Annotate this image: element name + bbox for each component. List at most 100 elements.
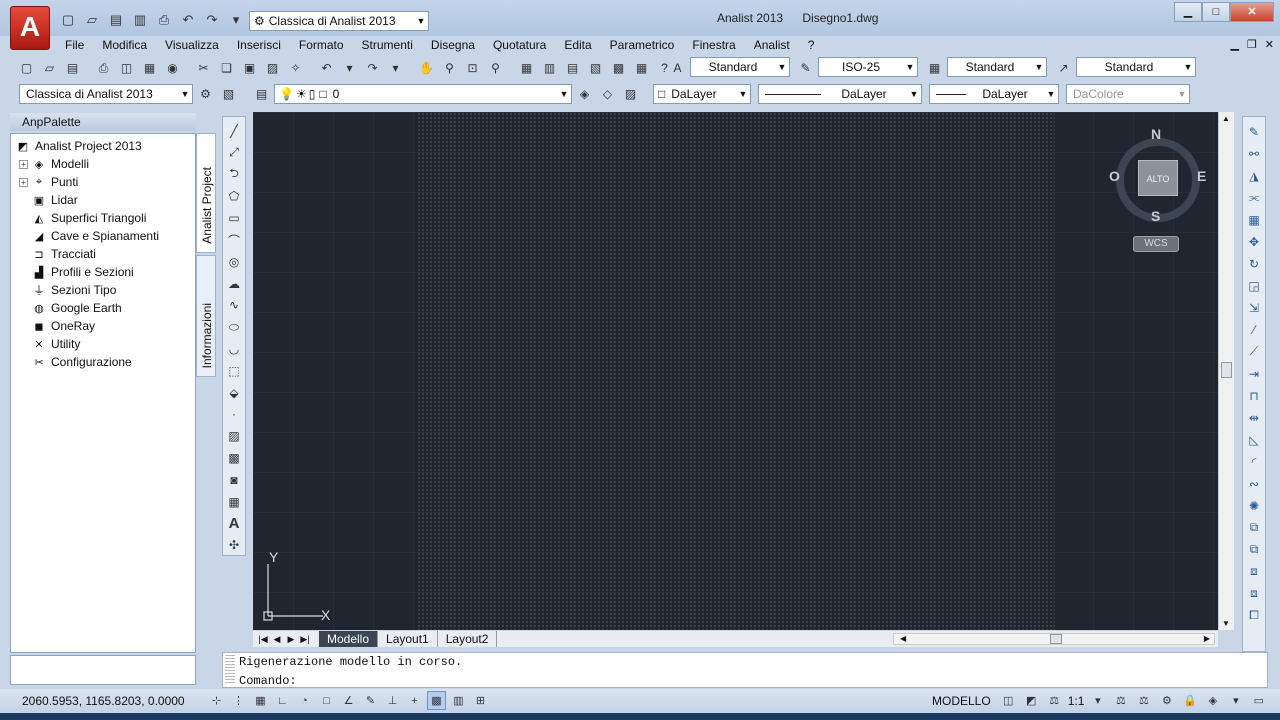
tree-item-configurazione[interactable]: ✂ Configurazione <box>19 353 131 371</box>
prev-tab-icon[interactable]: ◀ <box>271 634 283 645</box>
revision-cloud-icon[interactable]: ☁ <box>224 274 244 294</box>
new-file-icon[interactable]: ▢ <box>58 10 78 30</box>
doc-restore-icon[interactable]: ❐ <box>1247 38 1257 51</box>
redo-icon[interactable]: ↷ <box>362 58 383 79</box>
circle-icon[interactable]: ◎ <box>224 252 244 272</box>
tree-item-cave-e-spianamenti[interactable]: ◢ Cave e Spianamenti <box>19 227 159 245</box>
table-style-select[interactable]: Standard ▼ <box>947 57 1047 77</box>
rotate-icon[interactable]: ↻ <box>1244 253 1264 274</box>
first-tab-icon[interactable]: |◀ <box>257 634 269 645</box>
zoom-window-icon[interactable]: ⊡ <box>462 58 483 79</box>
scroll-right-icon[interactable]: ▶ <box>1204 634 1210 643</box>
lineweight-icon[interactable]: ▩ <box>427 691 446 710</box>
tab-layout2[interactable]: Layout2 <box>438 631 498 647</box>
tree-root[interactable]: ◩ Analist Project 2013 <box>15 137 142 155</box>
tree-item-utility[interactable]: ✕ Utility <box>19 335 80 353</box>
redo-icon[interactable]: ↷ <box>202 10 222 30</box>
dynamic-ucs-icon[interactable]: ⊥ <box>383 691 402 710</box>
chamfer-icon[interactable]: ◺ <box>1244 429 1264 450</box>
menu-help[interactable]: ? <box>799 38 824 52</box>
toolbar-lock-icon[interactable]: 🔒 <box>1180 691 1199 710</box>
3d-dwf-icon[interactable]: ◉ <box>162 58 183 79</box>
add-selected-icon[interactable]: ✣ <box>224 535 244 555</box>
draworder-under-icon[interactable]: ⧈ <box>1244 583 1264 604</box>
draworder-above-icon[interactable]: ⧈ <box>1244 561 1264 582</box>
horizontal-scroll-thumb[interactable] <box>1050 634 1062 644</box>
ortho-mode-icon[interactable]: ∟ <box>273 691 292 710</box>
print-icon[interactable]: ⎙ <box>154 10 174 30</box>
offset-icon[interactable]: ⫘ <box>1244 187 1264 208</box>
menu-edita[interactable]: Edita <box>555 38 600 52</box>
text-style-icon[interactable]: A <box>667 57 688 78</box>
tree-item-sezioni-tipo[interactable]: ⏚ Sezioni Tipo <box>19 281 117 299</box>
scale-icon[interactable]: ◲ <box>1244 275 1264 296</box>
tab-layout1[interactable]: Layout1 <box>378 631 438 647</box>
layer-previous-icon[interactable]: ◇ <box>597 83 618 104</box>
open-icon[interactable]: ▱ <box>39 58 60 79</box>
object-snap-icon[interactable]: □ <box>317 691 336 710</box>
mirror-icon[interactable]: ◮ <box>1244 165 1264 186</box>
application-menu-button[interactable]: A <box>10 6 50 50</box>
layer-manager-icon[interactable]: ▤ <box>251 83 272 104</box>
grid-display-icon[interactable]: ▦ <box>251 691 270 710</box>
hardware-acceleration-icon[interactable]: ◈ <box>1203 691 1222 710</box>
lineweight-select[interactable]: DaLayer ▼ <box>929 84 1059 104</box>
last-tab-icon[interactable]: ▶| <box>299 634 311 645</box>
point-icon[interactable]: · <box>224 405 244 425</box>
dynamic-input-icon[interactable]: + <box>405 691 424 710</box>
spline-icon[interactable]: ∿ <box>224 296 244 316</box>
construction-line-icon[interactable]: ⤢ <box>224 143 244 163</box>
arc-icon[interactable]: ⌒ <box>224 230 244 250</box>
zoom-previous-icon[interactable]: ⚲ <box>485 58 506 79</box>
menu-inserisci[interactable]: Inserisci <box>228 38 290 52</box>
copy-object-icon[interactable]: ⚯ <box>1244 143 1264 164</box>
mleader-style-icon[interactable]: ↗ <box>1053 57 1074 78</box>
polar-tracking-icon[interactable]: ◔ <box>295 691 314 710</box>
workspace-toggle-icon[interactable]: ▧ <box>218 83 239 104</box>
plot-icon[interactable]: ⎙ <box>93 58 114 79</box>
tab-analist-project[interactable]: Analist Project <box>196 133 216 253</box>
compass-south[interactable]: S <box>1151 208 1160 224</box>
menu-modifica[interactable]: Modifica <box>93 38 156 52</box>
drawing-canvas[interactable]: ALTO N S E O WCS Y X <box>253 112 1218 630</box>
doc-close-icon[interactable]: ✕ <box>1265 38 1274 51</box>
command-line[interactable]: Rigenerazione modello in corso. Comando: <box>222 652 1268 688</box>
model-space-label[interactable]: MODELLO <box>928 694 995 708</box>
ellipse-arc-icon[interactable]: ◡ <box>224 339 244 359</box>
explode-icon[interactable]: ✺ <box>1244 495 1264 516</box>
design-center-icon[interactable]: ▥ <box>539 58 560 79</box>
next-tab-icon[interactable]: ▶ <box>285 634 297 645</box>
blend-curves-icon[interactable]: ∾ <box>1244 473 1264 494</box>
minimize-button[interactable]: ▁ <box>1174 2 1202 22</box>
redo-dropdown-icon[interactable]: ▾ <box>385 58 406 79</box>
maximize-button[interactable]: □ <box>1202 2 1230 22</box>
menu-disegna[interactable]: Disegna <box>422 38 484 52</box>
menu-finestra[interactable]: Finestra <box>683 38 744 52</box>
polygon-icon[interactable]: ⬠ <box>224 187 244 207</box>
3d-object-snap-icon[interactable]: ∠ <box>339 691 358 710</box>
mleader-style-select[interactable]: Standard ▼ <box>1076 57 1196 77</box>
array-icon[interactable]: ▦ <box>1244 209 1264 230</box>
zoom-realtime-icon[interactable]: ⚲ <box>439 58 460 79</box>
expand-icon[interactable]: + <box>19 159 28 169</box>
tab-informazioni[interactable]: Informazioni <box>196 255 216 377</box>
linetype-select[interactable]: DaLayer ▼ <box>758 84 922 104</box>
tree-item-modelli[interactable]: + ◈ Modelli <box>19 155 89 173</box>
compass-north[interactable]: N <box>1151 126 1161 142</box>
clean-screen-icon[interactable]: ▭ <box>1249 691 1268 710</box>
status-menu-icon[interactable]: ▾ <box>1226 691 1245 710</box>
fillet-icon[interactable]: ◜ <box>1244 451 1264 472</box>
tree-item-superfici-triangoli[interactable]: ◭ Superfici Triangoli <box>19 209 147 227</box>
line-icon[interactable]: ╱ <box>224 121 244 141</box>
workspace-select[interactable]: ⚙ Classica di Analist 2013 ▼ <box>249 11 429 31</box>
move-icon[interactable]: ✥ <box>1244 231 1264 252</box>
hatch-icon[interactable]: ▨ <box>224 426 244 446</box>
join-icon[interactable]: ⇹ <box>1244 407 1264 428</box>
layer-select[interactable]: 💡 ☀ ▯ □ 0 ▼ <box>274 84 572 104</box>
make-layer-current-icon[interactable]: ◈ <box>574 83 595 104</box>
auto-scale-icon[interactable]: ⚖ <box>1134 691 1153 710</box>
text-style-select[interactable]: Standard ▼ <box>690 57 790 77</box>
table-style-icon[interactable]: ▦ <box>924 57 945 78</box>
layer-states-icon[interactable]: ▨ <box>620 83 641 104</box>
extend-icon[interactable]: ⟋ <box>1244 341 1264 362</box>
